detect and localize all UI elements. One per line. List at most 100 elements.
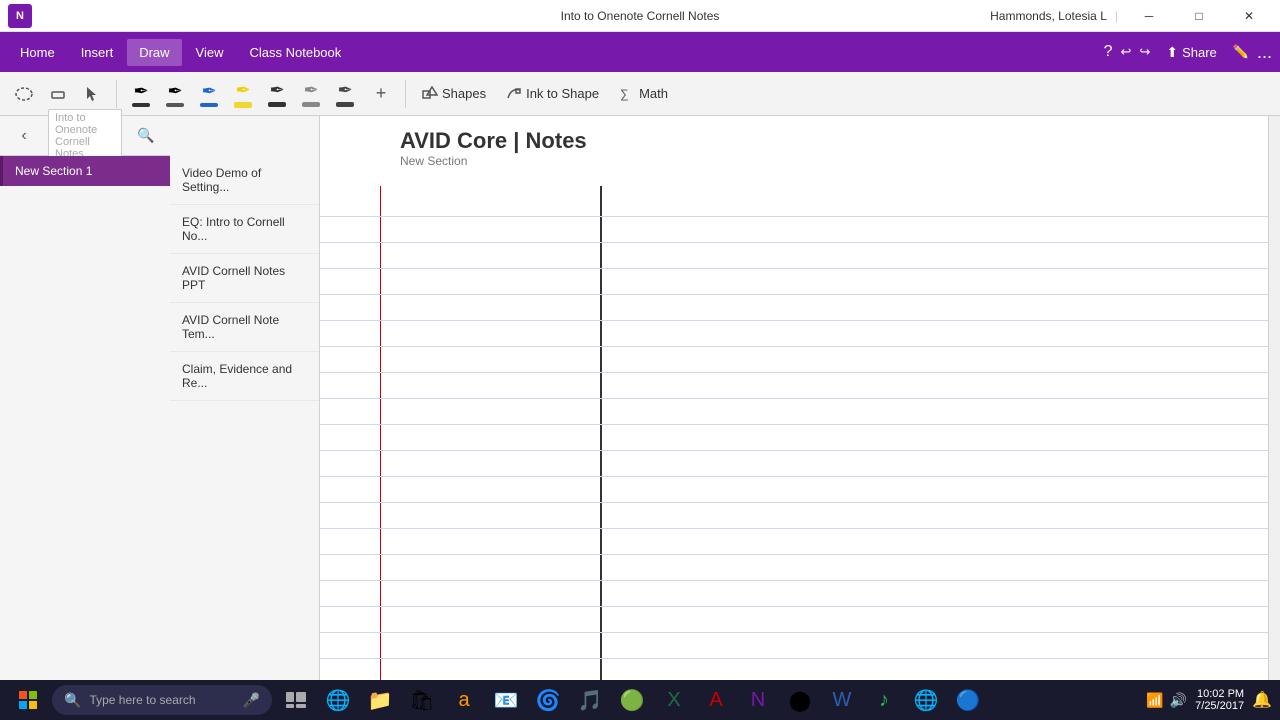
menu-view[interactable]: View (184, 39, 236, 66)
menu-home[interactable]: Home (8, 39, 67, 66)
math-button[interactable]: ∑ Math (611, 82, 676, 106)
h-line-14 (320, 554, 1268, 555)
taskbar-amazon[interactable]: a (444, 682, 484, 718)
page-item-4[interactable]: Claim, Evidence and Re... (170, 352, 319, 401)
h-line-13 (320, 528, 1268, 529)
question-icon[interactable]: ? (1104, 43, 1113, 61)
taskbar-app11[interactable]: ⬤ (780, 682, 820, 718)
lined-paper[interactable] (320, 186, 1268, 680)
h-line-12 (320, 502, 1268, 503)
section-item-new-section-1[interactable]: New Section 1 (0, 156, 170, 186)
content-area: AVID Core | Notes New Section (320, 116, 1280, 680)
taskbar-app6[interactable]: 🌀 (528, 682, 568, 718)
taskbar-outlook[interactable]: 📧 (486, 682, 526, 718)
page-item-1[interactable]: EQ: Intro to Cornell No... (170, 205, 319, 254)
h-line-2 (320, 242, 1268, 243)
menu-class-notebook[interactable]: Class Notebook (238, 39, 354, 66)
redo-icon[interactable]: ↪ (1139, 44, 1150, 60)
h-line-5 (320, 320, 1268, 321)
volume-icon[interactable]: 🔊 (1170, 692, 1187, 709)
page-item-2[interactable]: AVID Cornell Notes PPT (170, 254, 319, 303)
menu-bar-right: ? ↩ ↪ ⬆ Share ✏️ ... (1104, 40, 1272, 65)
search-button[interactable]: 🔍 (130, 120, 162, 152)
taskbar-onenote[interactable]: N (738, 682, 778, 718)
network-icon[interactable]: 📶 (1146, 692, 1163, 709)
taskbar-acrobat[interactable]: A (696, 682, 736, 718)
separator-1 (116, 80, 117, 108)
taskbar-app15[interactable]: 🔵 (948, 682, 988, 718)
toolbar: ✒ ✒ ✒ ✒ ✒ (0, 72, 1280, 116)
window-controls: ─ □ ✕ (1126, 0, 1272, 32)
pen-blue[interactable]: ✒ (193, 78, 225, 110)
shapes-button[interactable]: Shapes (414, 82, 494, 106)
pen-dark3[interactable]: ✒ (329, 78, 361, 110)
taskbar-items: 🌐 📁 🛍 a 📧 🌀 🎵 🟢 X A N ⬤ W ♪ 🌐 🔵 (276, 682, 1142, 718)
h-line-8 (320, 398, 1268, 399)
taskbar-explorer[interactable]: 📁 (360, 682, 400, 718)
separator: | (1115, 9, 1118, 23)
h-line-1 (320, 216, 1268, 217)
pen-gray[interactable]: ✒ (295, 78, 327, 110)
page-title-area: AVID Core | Notes New Section (320, 116, 1268, 176)
select-tools (8, 78, 108, 110)
taskbar-store[interactable]: 🛍 (402, 682, 442, 718)
share-button[interactable]: ⬆ Share (1158, 40, 1224, 65)
taskbar-excel[interactable]: X (654, 682, 694, 718)
clock-time: 10:02 PM (1195, 688, 1244, 700)
taskbar: 🔍 Type here to search 🎤 🌐 📁 🛍 a 📧 🌀 🎵 🟢 … (0, 680, 1280, 720)
page-item-3[interactable]: AVID Cornell Note Tem... (170, 303, 319, 352)
app-icon: N (8, 4, 32, 28)
sidebar-header: ‹ Into to Onenote Cornell Notes 🔍 (0, 116, 170, 156)
page-item-0[interactable]: Video Demo of Setting... (170, 156, 319, 205)
more-options-icon[interactable]: ... (1257, 42, 1272, 63)
pen-tools: ✒ ✒ ✒ ✒ ✒ (125, 78, 361, 110)
h-line-18 (320, 658, 1268, 659)
cursor-tool[interactable] (76, 78, 108, 110)
sections-list: New Section 1 (0, 156, 170, 186)
separator-2 (405, 80, 406, 108)
minimize-button[interactable]: ─ (1126, 0, 1172, 32)
start-button[interactable] (8, 682, 48, 718)
menu-draw[interactable]: Draw (127, 39, 181, 66)
erase-tool[interactable] (42, 78, 74, 110)
undo-icon[interactable]: ↩ (1121, 44, 1132, 60)
note-paper[interactable]: AVID Core | Notes New Section (320, 116, 1268, 680)
back-button[interactable]: ‹ (8, 120, 40, 152)
taskbar-app7[interactable]: 🎵 (570, 682, 610, 718)
notification-icon[interactable]: 🔔 (1252, 690, 1272, 710)
edit-icon[interactable]: ✏️ (1233, 44, 1249, 60)
pen-dark[interactable]: ✒ (159, 78, 191, 110)
notebook-name: Into to Onenote Cornell Notes (55, 112, 115, 160)
search-box[interactable]: Into to Onenote Cornell Notes (48, 109, 122, 163)
taskbar-app13[interactable]: ♪ (864, 682, 904, 718)
taskbar-word[interactable]: W (822, 682, 862, 718)
title-bar: N Into to Onenote Cornell Notes Hammonds… (0, 0, 1280, 32)
svg-text:∑: ∑ (620, 87, 629, 101)
h-line-6 (320, 346, 1268, 347)
taskbar-edge[interactable]: 🌐 (318, 682, 358, 718)
pen-dark2[interactable]: ✒ (261, 78, 293, 110)
close-button[interactable]: ✕ (1226, 0, 1272, 32)
h-line-16 (320, 606, 1268, 607)
taskbar-app14[interactable]: 🌐 (906, 682, 946, 718)
h-line-4 (320, 294, 1268, 295)
taskbar-clock[interactable]: 10:02 PM 7/25/2017 (1195, 688, 1244, 712)
right-scrollbar[interactable] (1268, 116, 1280, 680)
lasso-tool[interactable] (8, 78, 40, 110)
ink-to-shape-button[interactable]: Ink to Shape (498, 82, 607, 106)
maximize-button[interactable]: □ (1176, 0, 1222, 32)
taskbar-search[interactable]: 🔍 Type here to search 🎤 (52, 685, 272, 715)
user-name: Hammonds, Lotesia L (990, 9, 1107, 23)
pages-section: Video Demo of Setting... EQ: Intro to Co… (170, 116, 320, 680)
menu-insert[interactable]: Insert (69, 39, 126, 66)
system-icons: 📶 🔊 (1146, 692, 1187, 709)
taskbar-task-view[interactable] (276, 682, 316, 718)
h-line-3 (320, 268, 1268, 269)
pen-black[interactable]: ✒ (125, 78, 157, 110)
note-title: AVID Core | Notes (400, 128, 1248, 154)
taskbar-app8[interactable]: 🟢 (612, 682, 652, 718)
h-line-9 (320, 424, 1268, 425)
pen-yellow[interactable]: ✒ (227, 78, 259, 110)
h-line-17 (320, 632, 1268, 633)
add-pen-button[interactable]: + (365, 78, 397, 110)
